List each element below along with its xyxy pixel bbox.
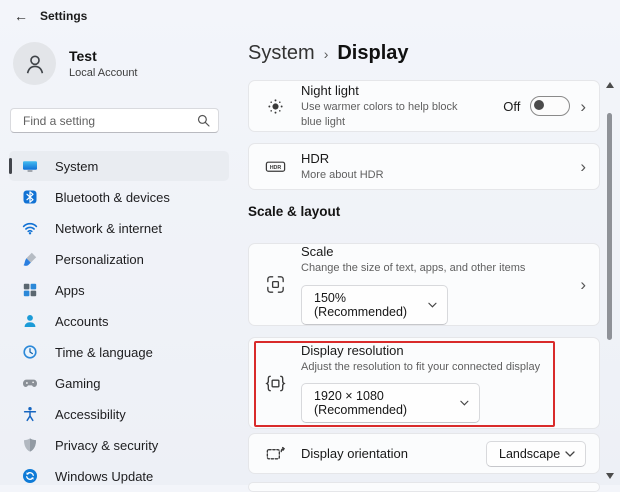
scale-description: Change the size of text, apps, and other…	[301, 261, 580, 275]
sidebar-item-accounts[interactable]: Accounts	[9, 306, 229, 336]
display-resolution-dropdown[interactable]: 1920 × 1080 (Recommended)	[301, 383, 480, 423]
user-name: Test	[69, 48, 138, 64]
accessibility-icon	[21, 406, 38, 423]
display-resolution-title: Display resolution	[301, 343, 599, 358]
scale-card[interactable]: Scale Change the size of text, apps, and…	[248, 243, 600, 326]
bluetooth-icon	[21, 189, 38, 206]
section-heading: Scale & layout	[248, 204, 340, 219]
chevron-down-icon	[565, 451, 575, 457]
sidebar-item-label: Privacy & security	[55, 438, 158, 453]
sidebar-item-label: Accessibility	[55, 407, 126, 422]
scroll-down-icon	[606, 473, 614, 479]
night-light-title: Night light	[301, 83, 503, 98]
search-input[interactable]	[21, 113, 197, 129]
chevron-down-icon	[460, 400, 469, 406]
avatar	[13, 42, 56, 85]
privacy-icon	[21, 437, 38, 454]
system-icon	[21, 158, 38, 175]
hdr-icon: HDR	[249, 155, 301, 178]
time-language-icon	[21, 344, 38, 361]
search-icon	[197, 114, 210, 127]
sidebar-item-privacy-security[interactable]: Privacy & security	[9, 430, 229, 460]
sidebar-item-bluetooth-devices[interactable]: Bluetooth & devices	[9, 182, 229, 212]
display-resolution-description: Adjust the resolution to fit your connec…	[301, 360, 599, 374]
display-orientation-card[interactable]: Display orientation Landscape	[248, 433, 600, 474]
night-light-icon	[249, 95, 301, 118]
sidebar-item-system[interactable]: System	[9, 151, 229, 181]
personalization-icon	[21, 251, 38, 268]
scale-icon	[249, 273, 301, 296]
partial-card	[248, 482, 600, 492]
sidebar-item-label: Network & internet	[55, 221, 162, 236]
breadcrumb-separator-icon: ›	[324, 46, 329, 62]
display-resolution-card[interactable]: Display resolution Adjust the resolution…	[248, 337, 600, 429]
sidebar-item-label: Windows Update	[55, 469, 153, 484]
display-orientation-title: Display orientation	[301, 446, 486, 461]
sidebar-item-network-internet[interactable]: Network & internet	[9, 213, 229, 243]
back-button[interactable]: ←	[6, 4, 36, 28]
user-account-type: Local Account	[69, 67, 138, 79]
scale-dropdown[interactable]: 150% (Recommended)	[301, 285, 448, 325]
hdr-title: HDR	[301, 151, 580, 166]
chevron-right-icon: ›	[580, 276, 586, 293]
network-icon	[21, 220, 38, 237]
night-light-card[interactable]: Night light Use warmer colors to help bl…	[248, 80, 600, 132]
sidebar-item-time-language[interactable]: Time & language	[9, 337, 229, 367]
titlebar: ← Settings	[0, 0, 87, 32]
sidebar-item-label: Personalization	[55, 252, 144, 267]
chevron-down-icon	[428, 302, 437, 308]
breadcrumb-parent[interactable]: System	[248, 42, 315, 65]
sidebar-item-label: Bluetooth & devices	[55, 190, 170, 205]
display-orientation-dropdown[interactable]: Landscape	[486, 441, 586, 467]
sidebar-item-label: Time & language	[55, 345, 153, 360]
night-light-toggle-label: Off	[503, 99, 520, 114]
scroll-up-button[interactable]	[604, 80, 616, 90]
sidebar-item-personalization[interactable]: Personalization	[9, 244, 229, 274]
hdr-card[interactable]: HDR HDR More about HDR ›	[248, 143, 600, 190]
toggle-knob	[534, 100, 544, 110]
hdr-description: More about HDR	[301, 168, 580, 182]
svg-text:HDR: HDR	[269, 165, 281, 171]
sidebar-item-windows-update[interactable]: Windows Update	[9, 461, 229, 491]
scroll-down-button[interactable]	[604, 471, 616, 481]
breadcrumb: System › Display	[248, 42, 409, 65]
display-resolution-icon	[249, 372, 301, 395]
display-resolution-dropdown-value: 1920 × 1080 (Recommended)	[314, 389, 460, 417]
back-arrow-icon: ←	[14, 8, 28, 24]
chevron-right-icon: ›	[580, 158, 586, 175]
apps-icon	[21, 282, 38, 299]
sidebar-item-label: Accounts	[55, 314, 108, 329]
window-title: Settings	[40, 9, 87, 23]
scale-dropdown-value: 150% (Recommended)	[314, 291, 428, 319]
chevron-right-icon: ›	[580, 98, 586, 115]
scroll-up-icon	[606, 82, 614, 88]
display-orientation-icon	[249, 442, 301, 465]
user-account-block[interactable]: Test Local Account	[13, 42, 138, 85]
windows-update-icon	[21, 468, 38, 485]
sidebar-item-gaming[interactable]: Gaming	[9, 368, 229, 398]
night-light-toggle[interactable]	[530, 96, 570, 116]
scale-title: Scale	[301, 244, 580, 259]
gaming-icon	[21, 375, 38, 392]
person-icon	[22, 51, 48, 77]
sidebar-item-apps[interactable]: Apps	[9, 275, 229, 305]
sidebar-item-label: System	[55, 159, 98, 174]
page-title: Display	[337, 42, 408, 65]
scrollbar-thumb[interactable]	[607, 113, 612, 340]
accounts-icon	[21, 313, 38, 330]
sidebar: Test Local Account System Bluetooth & dev…	[0, 32, 238, 485]
search-box[interactable]	[10, 108, 219, 133]
sidebar-item-accessibility[interactable]: Accessibility	[9, 399, 229, 429]
sidebar-item-label: Apps	[55, 283, 85, 298]
display-orientation-dropdown-value: Landscape	[499, 447, 560, 461]
night-light-description: Use warmer colors to help block blue lig…	[301, 100, 466, 129]
sidebar-item-label: Gaming	[55, 376, 101, 391]
sidebar-nav: System Bluetooth & devices Network & inter…	[0, 150, 238, 492]
